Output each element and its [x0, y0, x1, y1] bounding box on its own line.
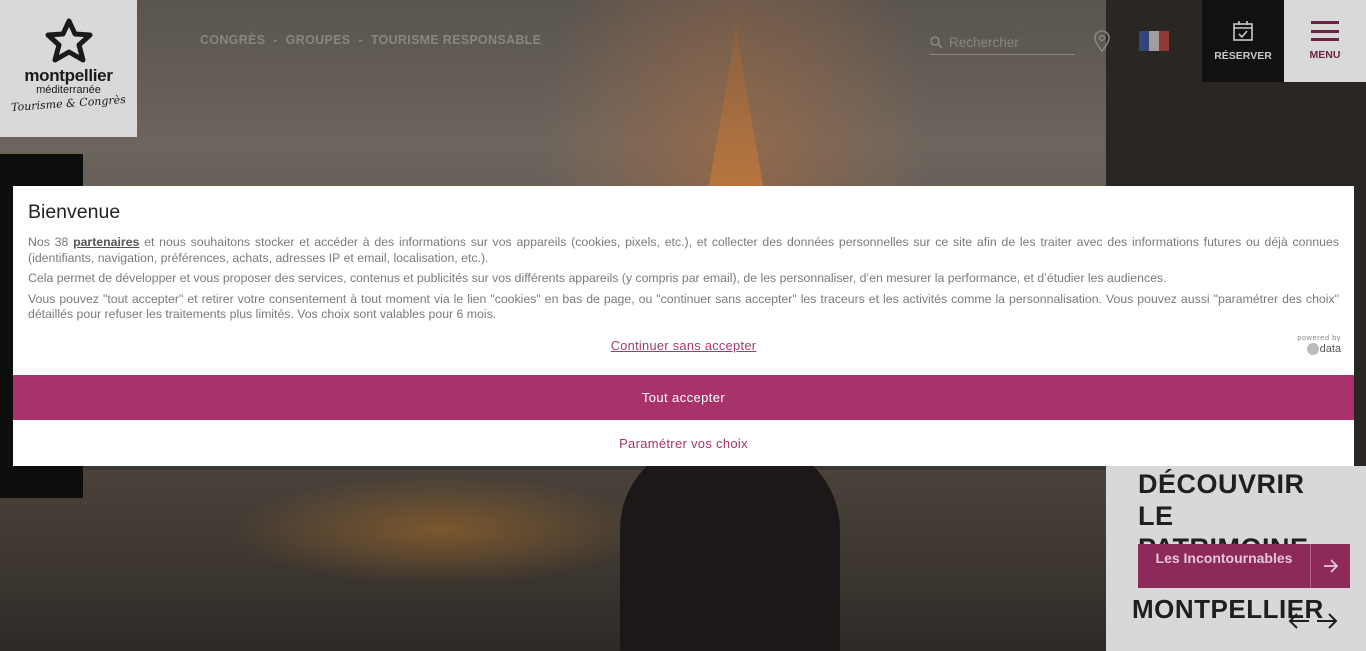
consent-paragraph-2: Cela permet de développer et vous propos…	[28, 271, 1167, 285]
accept-all-button[interactable]: Tout accepter	[13, 375, 1354, 420]
powered-by-sirdata: powered by data	[1291, 333, 1341, 360]
configure-choices-button[interactable]: Paramétrer vos choix	[13, 420, 1354, 466]
continue-without-accepting-link[interactable]: Continuer sans accepter	[13, 338, 1354, 353]
partners-link[interactable]: partenaires	[73, 235, 139, 249]
sirdata-logo: data	[1306, 343, 1341, 355]
sirdata-logo-icon	[1306, 343, 1319, 355]
dialog-body: Nos 38 partenaires et nous souhaitons st…	[28, 235, 1339, 328]
cookie-consent-dialog: Bienvenue Nos 38 partenaires et nous sou…	[13, 186, 1354, 466]
dialog-title: Bienvenue	[28, 201, 121, 223]
consent-paragraph-3: Vous pouvez "tout accepter" et retirer v…	[28, 291, 1339, 322]
consent-paragraph-1: Nos 38 partenaires et nous souhaitons st…	[28, 235, 1339, 265]
powered-by-text: powered by	[1297, 333, 1341, 342]
